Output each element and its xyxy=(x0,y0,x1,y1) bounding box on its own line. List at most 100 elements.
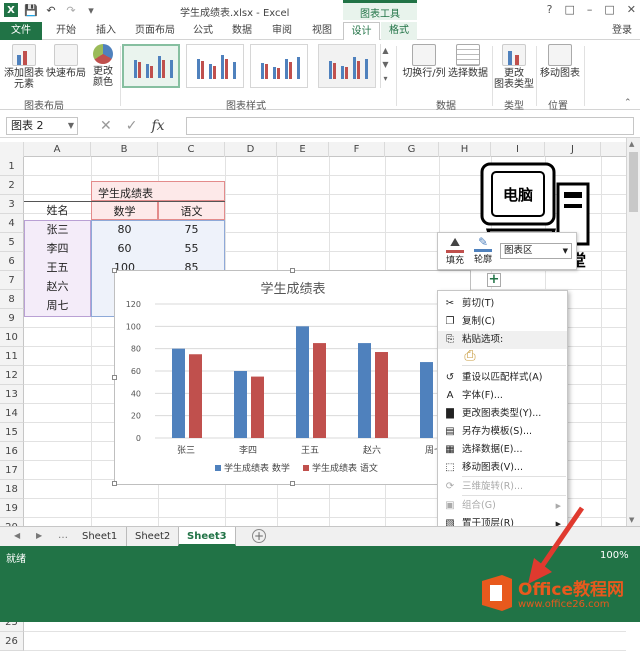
table-cell[interactable]: 60 xyxy=(91,239,158,258)
column-header-c[interactable]: C xyxy=(158,142,225,157)
row-header[interactable]: 19 xyxy=(0,499,24,518)
context-menu-item[interactable]: ✂ 剪切(T) xyxy=(438,295,567,313)
change-chart-type-button[interactable]: 更改 图表类型 xyxy=(494,44,534,90)
sheet-tab-3-active[interactable]: Sheet3 xyxy=(178,527,236,546)
context-menu-item[interactable]: ↺ 重设以匹配样式(A) xyxy=(438,369,567,387)
column-header-a[interactable]: A xyxy=(24,142,91,157)
table-title-cell[interactable]: 学生成绩表 xyxy=(91,181,225,201)
column-header-f[interactable]: F xyxy=(329,142,385,157)
chart-area[interactable]: 学生成绩表 0 20 40 60 80 100 120 张三 李四 王五 赵六 周七 学生成绩表 数学 学生… xyxy=(112,268,471,486)
chart-element-dropdown[interactable]: 图表区 ▼ xyxy=(500,243,572,259)
row-header[interactable]: 12 xyxy=(0,366,24,385)
row-header[interactable]: 26 xyxy=(0,632,24,651)
row-header[interactable]: 13 xyxy=(0,385,24,404)
move-chart-button[interactable]: 移动图表 xyxy=(540,44,580,79)
row-header[interactable]: 15 xyxy=(0,423,24,442)
row-header[interactable]: 7 xyxy=(0,271,24,290)
redo-icon[interactable]: ↷ xyxy=(64,3,78,17)
tab-home[interactable]: 开始 xyxy=(48,22,84,40)
minimize-icon[interactable]: – xyxy=(587,3,593,16)
zoom-level[interactable]: 100% xyxy=(600,550,629,561)
row-header[interactable]: 10 xyxy=(0,328,24,347)
row-header[interactable]: 17 xyxy=(0,461,24,480)
column-header-g[interactable]: G xyxy=(385,142,439,157)
chart-style-4[interactable] xyxy=(318,44,376,88)
select-data-button[interactable]: 选择数据 xyxy=(448,44,488,79)
tab-insert[interactable]: 插入 xyxy=(88,22,124,40)
scroll-up-icon[interactable]: ▲ xyxy=(629,140,634,148)
collapse-ribbon-icon[interactable]: ⌃ xyxy=(624,98,632,108)
sign-in-link[interactable]: 登录 xyxy=(612,22,632,40)
prev-sheet-icon[interactable]: ◀ xyxy=(14,531,20,540)
tab-view[interactable]: 视图 xyxy=(304,22,340,40)
header-name[interactable]: 姓名 xyxy=(24,201,91,220)
tab-file[interactable]: 文件 xyxy=(0,22,42,40)
row-header[interactable]: 14 xyxy=(0,404,24,423)
resize-handle[interactable] xyxy=(112,375,117,380)
context-menu-item[interactable]: ❐ 复制(C) xyxy=(438,313,567,331)
column-header-e[interactable]: E xyxy=(277,142,329,157)
row-header[interactable]: 2 xyxy=(0,176,24,195)
table-cell[interactable]: 李四 xyxy=(24,239,91,258)
chart-styles-scroll[interactable]: ▲ ▼ ▾ xyxy=(380,44,390,88)
resize-handle[interactable] xyxy=(112,268,117,273)
resize-handle[interactable] xyxy=(290,481,295,486)
context-menu-item[interactable]: ▦ 选择数据(E)... xyxy=(438,441,567,459)
change-colors-button[interactable]: 更改 颜色 xyxy=(88,44,118,88)
switch-row-column-button[interactable]: 切换行/列 xyxy=(402,44,446,79)
name-box[interactable]: 图表 2 ▼ xyxy=(6,117,78,135)
context-menu-item[interactable]: A 字体(F)... xyxy=(438,387,567,405)
insert-function-icon[interactable]: fx xyxy=(151,117,164,135)
table-cell[interactable]: 75 xyxy=(158,220,225,239)
scroll-down-icon[interactable]: ▼ xyxy=(629,516,634,524)
sheet-tab-1[interactable]: Sheet1 xyxy=(74,527,125,546)
quick-layout-button[interactable]: 快速布局 xyxy=(46,44,86,79)
header-math[interactable]: 数学 xyxy=(91,201,158,220)
row-header[interactable]: 9 xyxy=(0,309,24,328)
row-header[interactable]: 4 xyxy=(0,214,24,233)
row-header[interactable]: 5 xyxy=(0,233,24,252)
context-menu-item[interactable]: ▇ 更改图表类型(Y)... xyxy=(438,405,567,423)
tab-formulas[interactable]: 公式 xyxy=(186,22,220,40)
tab-data[interactable]: 数据 xyxy=(224,22,260,40)
chart-style-3[interactable] xyxy=(250,44,308,88)
help-icon[interactable]: ? xyxy=(547,3,553,16)
chart-style-2[interactable] xyxy=(186,44,244,88)
chart-elements-plus-icon[interactable]: + xyxy=(487,273,501,287)
maximize-icon[interactable]: □ xyxy=(604,3,614,16)
column-header-h[interactable]: H xyxy=(439,142,491,157)
context-menu-item[interactable]: ⬚ 移动图表(V)... xyxy=(438,459,567,477)
table-cell[interactable]: 赵六 xyxy=(24,277,91,296)
customize-qat-icon[interactable]: ▾ xyxy=(84,3,98,17)
formula-input[interactable] xyxy=(186,117,634,135)
chart-style-1[interactable] xyxy=(122,44,180,88)
resize-handle[interactable] xyxy=(290,268,295,273)
cancel-icon[interactable]: ✕ xyxy=(100,117,112,135)
row-header[interactable]: 8 xyxy=(0,290,24,309)
context-menu-item[interactable]: ▤ 另存为模板(S)... xyxy=(438,423,567,441)
resize-handle[interactable] xyxy=(112,481,117,486)
row-header[interactable]: 1 xyxy=(0,157,24,176)
tab-review[interactable]: 审阅 xyxy=(264,22,300,40)
close-icon[interactable]: ✕ xyxy=(627,3,636,16)
ribbon-display-icon[interactable]: □ xyxy=(564,3,574,16)
row-header[interactable]: 16 xyxy=(0,442,24,461)
undo-icon[interactable]: ↶ xyxy=(44,3,58,17)
fill-button[interactable]: ⛰ 填充 xyxy=(444,235,466,266)
vertical-scrollbar[interactable]: ▲ ▼ xyxy=(626,138,640,526)
chevron-down-icon[interactable]: ▼ xyxy=(68,118,74,134)
column-header-j[interactable]: J xyxy=(545,142,601,157)
column-header-i[interactable]: I xyxy=(491,142,545,157)
row-header[interactable]: 6 xyxy=(0,252,24,271)
add-chart-element-button[interactable]: 添加图表 元素 xyxy=(4,44,44,90)
scroll-thumb[interactable] xyxy=(629,152,638,212)
add-sheet-icon[interactable]: + xyxy=(252,529,266,543)
tab-format[interactable]: 格式 xyxy=(381,22,417,40)
row-header[interactable]: 3 xyxy=(0,195,24,214)
table-cell[interactable]: 张三 xyxy=(24,220,91,239)
select-all-corner[interactable] xyxy=(0,142,24,157)
more-sheets-icon[interactable]: … xyxy=(58,530,68,541)
table-cell[interactable]: 周七 xyxy=(24,296,91,315)
tab-page-layout[interactable]: 页面布局 xyxy=(128,22,182,40)
enter-icon[interactable]: ✓ xyxy=(126,117,138,135)
